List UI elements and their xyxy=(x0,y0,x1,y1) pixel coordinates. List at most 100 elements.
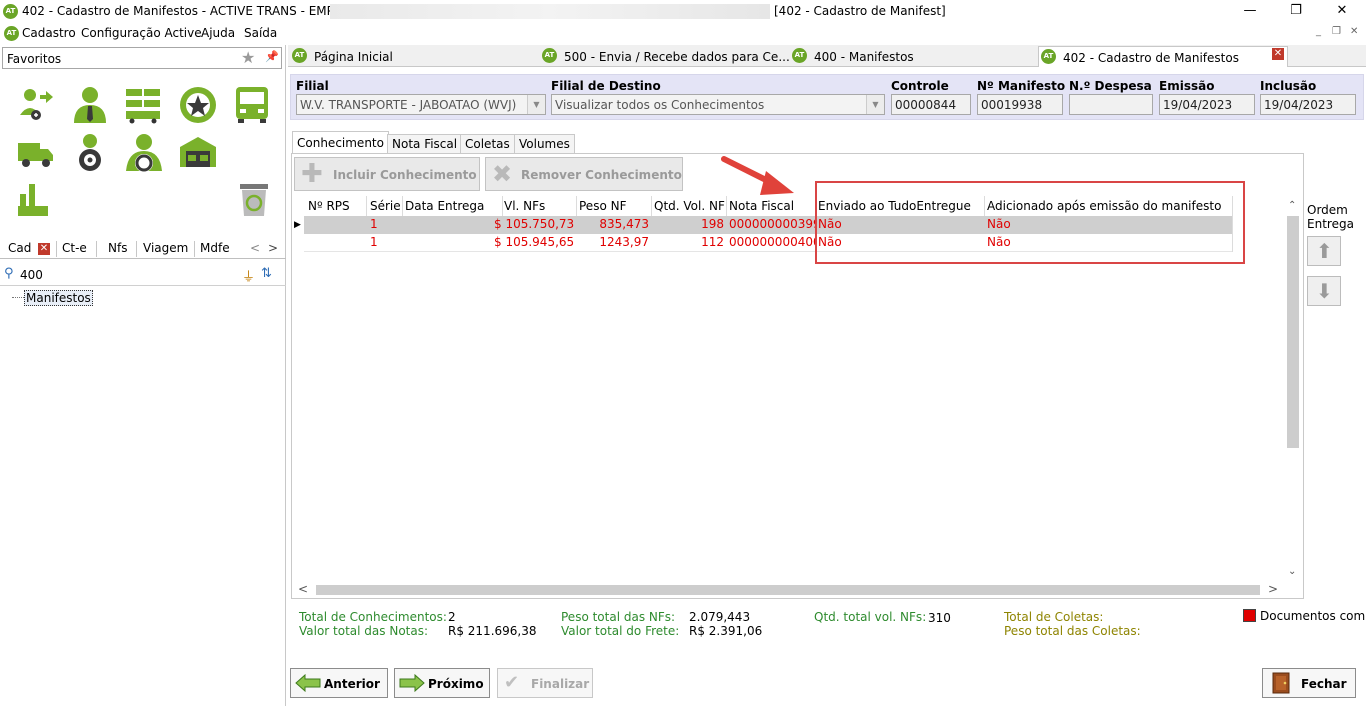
proximo-button[interactable]: Próximo xyxy=(394,668,490,698)
fechar-label: Fechar xyxy=(1301,677,1347,691)
driver-wheel-icon[interactable] xyxy=(124,133,164,173)
col-header-rps[interactable]: Nº RPS xyxy=(308,199,366,214)
scroll-left-arrow-icon[interactable]: < xyxy=(250,241,260,255)
fechar-button[interactable]: Fechar xyxy=(1262,668,1356,698)
nav-tab-cad[interactable]: Cad xyxy=(8,241,31,255)
destino-select[interactable]: Visualizar todos os Conhecimentos ▼ xyxy=(551,94,885,115)
scroll-right-arrow-icon[interactable]: > xyxy=(268,241,278,255)
controle-label: Controle xyxy=(891,79,949,93)
move-down-button[interactable]: ⬇ xyxy=(1307,276,1341,306)
driver-icon[interactable] xyxy=(70,133,110,173)
app-logo-icon: AT xyxy=(542,48,557,63)
cell-serie: 1 xyxy=(370,217,378,231)
tab-label: 402 - Cadastro de Manifestos xyxy=(1063,51,1239,65)
recycle-bin-icon[interactable] xyxy=(234,180,274,220)
star-icon[interactable]: ★ xyxy=(241,48,255,67)
arrow-left-icon xyxy=(295,674,321,692)
favorites-label: Favoritos xyxy=(7,52,62,66)
nav-tab-viagem[interactable]: Viagem xyxy=(143,241,188,255)
warehouse-icon[interactable] xyxy=(178,133,218,173)
menu-saida[interactable]: Saída xyxy=(244,26,277,40)
factory-icon[interactable] xyxy=(16,180,56,220)
anterior-button[interactable]: Anterior xyxy=(290,668,388,698)
manifesto-field[interactable]: 00019938 xyxy=(977,94,1063,115)
nav-tab-mdfe[interactable]: Mdfe xyxy=(200,241,230,255)
truck-icon[interactable] xyxy=(16,133,56,173)
close-window-button[interactable]: ✕ xyxy=(1330,2,1354,20)
user-arrow-icon[interactable] xyxy=(16,85,56,125)
anterior-label: Anterior xyxy=(324,677,380,691)
search-input[interactable]: 400 xyxy=(20,268,43,282)
tab-envia-recebe[interactable]: AT 500 - Envia / Recebe dados para Ce... xyxy=(540,46,790,67)
arrow-up-icon: ⬆ xyxy=(1316,239,1333,263)
search-icon: ⚲ xyxy=(4,266,14,281)
horizontal-scroll-thumb[interactable] xyxy=(316,585,1260,595)
mdi-close-button[interactable]: ✕ xyxy=(1350,26,1358,37)
nav-tab-nfs[interactable]: Nfs xyxy=(108,241,127,255)
mdi-minimize-button[interactable]: _ xyxy=(1316,26,1321,37)
tab-volumes[interactable]: Volumes xyxy=(514,134,575,154)
minimize-button[interactable]: — xyxy=(1238,2,1262,20)
restore-button[interactable]: ❐ xyxy=(1284,2,1308,20)
vertical-scroll-thumb[interactable] xyxy=(1287,216,1299,448)
menu-cadastro[interactable]: Cadastro xyxy=(22,26,76,40)
tab-cadastro-manifestos[interactable]: AT 402 - Cadastro de Manifestos xyxy=(1038,46,1288,67)
nav-divider xyxy=(96,241,97,257)
emissao-field[interactable]: 19/04/2023 xyxy=(1159,94,1255,115)
col-header-peso-nf[interactable]: Peso NF xyxy=(579,199,649,214)
vertical-scrollbar[interactable]: ⌃ ⌄ xyxy=(1285,200,1301,582)
scroll-right-arrow-icon[interactable]: > xyxy=(1268,582,1278,596)
finalizar-button[interactable]: ✔ Finalizar xyxy=(497,668,593,698)
controle-field[interactable]: 00000844 xyxy=(891,94,971,115)
close-tab-icon[interactable]: ✕ xyxy=(38,243,50,255)
nav-divider xyxy=(194,241,195,257)
tab-pagina-inicial[interactable]: AT Página Inicial xyxy=(290,46,534,67)
arrow-down-icon: ⬇ xyxy=(1316,279,1333,303)
move-up-button[interactable]: ⬆ xyxy=(1307,236,1341,266)
check-icon: ✔ xyxy=(504,672,520,693)
app-logo-icon: AT xyxy=(1041,49,1056,64)
cell-serie: 1 xyxy=(370,235,378,249)
col-header-vl-nfs[interactable]: Vl. NFs xyxy=(504,199,576,214)
mdi-restore-button[interactable]: ❐ xyxy=(1332,26,1341,37)
tab-conhecimento[interactable]: Conhecimento xyxy=(292,131,389,154)
filial-value: W.V. TRANSPORTE - JABOATAO (WVJ) xyxy=(300,98,517,112)
annotation-highlight-box xyxy=(815,181,1245,264)
col-header-data-entrega[interactable]: Data Entrega xyxy=(405,199,501,214)
pin-icon[interactable]: 📌 xyxy=(265,50,279,63)
close-tab-icon[interactable]: ✕ xyxy=(1272,48,1284,60)
horizontal-scrollbar[interactable]: < > xyxy=(292,582,1286,598)
scroll-down-arrow-icon[interactable]: ⌄ xyxy=(1288,566,1296,577)
tree-item-manifestos[interactable]: Manifestos xyxy=(24,290,93,306)
manifest-header: Filial W.V. TRANSPORTE - JABOATAO (WVJ) … xyxy=(290,74,1364,120)
plus-icon: ✚ xyxy=(301,159,323,189)
despesa-label: N.º Despesa xyxy=(1069,79,1152,93)
menu-configuracao[interactable]: Configuração Active xyxy=(81,26,202,40)
nav-tab-cte[interactable]: Ct-e xyxy=(62,241,87,255)
col-header-serie[interactable]: Série xyxy=(370,199,402,214)
incluir-conhecimento-button[interactable]: ✚ Incluir Conhecimento xyxy=(294,157,480,191)
menu-ajuda[interactable]: Ajuda xyxy=(201,26,235,40)
door-exit-icon xyxy=(1272,672,1290,694)
remover-conhecimento-button[interactable]: ✖ Remover Conhecimento xyxy=(485,157,683,191)
sort-icon[interactable]: ⇅ xyxy=(261,266,272,281)
cell-qtd-vol: 198 xyxy=(701,217,724,231)
qtd-vol-label: Qtd. total vol. NFs: xyxy=(814,610,927,624)
tab-coletas[interactable]: Coletas xyxy=(460,134,515,154)
cell-nota-fiscal: 000000000400 xyxy=(729,235,815,249)
tab-manifestos[interactable]: AT 400 - Manifestos xyxy=(790,46,1034,67)
scroll-up-arrow-icon[interactable]: ⌃ xyxy=(1288,200,1296,211)
trucks-fleet-icon[interactable] xyxy=(124,85,164,125)
col-header-nota-fiscal[interactable]: Nota Fiscal xyxy=(729,199,815,214)
filial-select[interactable]: W.V. TRANSPORTE - JABOATAO (WVJ) ▼ xyxy=(296,94,546,115)
user-tie-icon[interactable] xyxy=(70,85,110,125)
despesa-field[interactable] xyxy=(1069,94,1153,115)
clear-filter-icon[interactable]: ⏚ xyxy=(242,266,255,285)
remover-label: Remover Conhecimento xyxy=(521,168,682,182)
tab-nota-fiscal[interactable]: Nota Fiscal xyxy=(387,134,463,154)
inclusao-field[interactable]: 19/04/2023 xyxy=(1260,94,1356,115)
wheel-star-icon[interactable] xyxy=(178,85,218,125)
bus-front-icon[interactable] xyxy=(232,85,272,125)
col-header-qtd-vol[interactable]: Qtd. Vol. NF xyxy=(654,199,726,214)
scroll-left-arrow-icon[interactable]: < xyxy=(298,582,308,596)
